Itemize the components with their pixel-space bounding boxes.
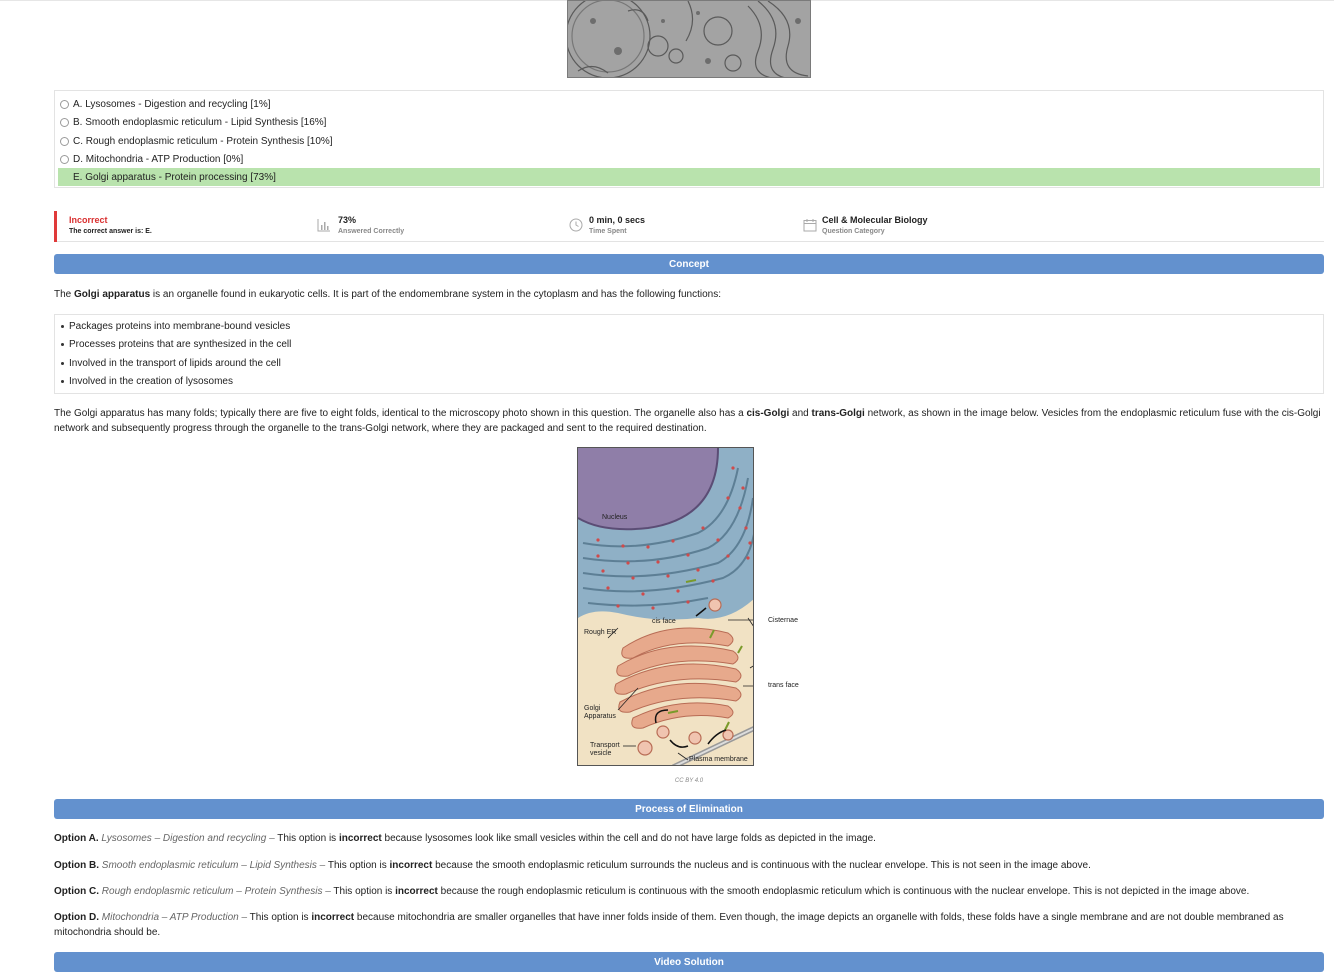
microscopy-image [567, 0, 811, 78]
elimination-option-b: Option B. Smooth endoplasmic reticulum –… [54, 858, 1316, 873]
incorrect-term: incorrect [395, 886, 438, 897]
elimination-option-a: Option A. Lysosomes – Digestion and recy… [54, 831, 1316, 846]
explanation-text: This option is [325, 860, 390, 871]
explanation-text: because lysosomes look like small vesicl… [381, 833, 876, 844]
result-text: Incorrect [69, 215, 108, 225]
result-status-bar: Incorrect The correct answer is: E. 73% … [54, 211, 1324, 242]
list-item-text: Involved in the transport of lipids arou… [69, 358, 281, 369]
elimination-option-d: Option D. Mitochondria – ATP Production … [54, 910, 1316, 940]
label-nucleus: Nucleus [602, 514, 628, 521]
radio-icon[interactable] [60, 117, 69, 127]
option-label: C. Rough endoplasmic reticulum - Protein… [73, 135, 333, 147]
calendar-icon [803, 219, 817, 232]
concept-header: Concept [54, 254, 1324, 274]
correct-answer-text: The correct answer is: E. [69, 228, 152, 235]
bullet-icon [61, 325, 64, 328]
concept-paragraph-2: The Golgi apparatus has many folds; typi… [54, 406, 1324, 436]
bullet-icon [61, 380, 64, 383]
time-label: Time Spent [589, 228, 627, 235]
explanation-text: because the smooth endoplasmic reticulum… [432, 860, 1091, 871]
label-cisternae: Cisternae [768, 617, 798, 624]
image-credit: CC BY 4.0 [674, 778, 704, 784]
radio-icon[interactable] [60, 136, 69, 146]
list-item: Involved in the transport of lipids arou… [61, 358, 281, 369]
elimination-option-c: Option C. Rough endoplasmic reticulum – … [54, 884, 1316, 899]
label-cis-face: cis face [652, 618, 676, 625]
option-tag: Option A. [54, 833, 99, 844]
video-solution-header[interactable]: Video Solution [54, 952, 1324, 972]
option-e-correct[interactable]: E. Golgi apparatus - Protein processing … [58, 168, 1320, 186]
percent-label: Answered Correctly [338, 228, 405, 235]
list-item: Involved in the creation of lysosomes [61, 376, 233, 387]
cis-golgi-term: cis-Golgi [746, 408, 790, 419]
category-label: Question Category [822, 228, 885, 235]
list-item-text: Processes proteins that are synthesized … [69, 339, 292, 350]
intro-text-bold: Golgi apparatus [74, 289, 151, 300]
option-label: B. Smooth endoplasmic reticulum - Lipid … [73, 116, 327, 128]
option-tag: Option B. [54, 860, 99, 871]
para2-text: The Golgi apparatus has many folds; typi… [54, 408, 747, 419]
option-tag: Option D. [54, 912, 99, 923]
percent-block: 73% Answered Correctly [338, 215, 404, 235]
option-d[interactable]: D. Mitochondria - ATP Production [0%] [58, 150, 1320, 168]
radio-icon[interactable] [60, 99, 69, 109]
label-plasma-membrane: Plasma membrane [689, 756, 748, 763]
list-item: Packages proteins into membrane-bound ve… [61, 321, 290, 332]
percent-value: 73% [338, 215, 357, 225]
elimination-header: Process of Elimination [54, 799, 1324, 819]
list-item-text: Involved in the creation of lysosomes [69, 376, 233, 387]
explanation-text: This option is [247, 912, 312, 923]
result-block: Incorrect The correct answer is: E. [69, 215, 152, 235]
bar-chart-icon [317, 219, 330, 232]
functions-list: Packages proteins into membrane-bound ve… [54, 314, 1324, 394]
explanation-text: because the rough endoplasmic reticulum … [437, 886, 1250, 897]
label-golgi-apparatus: Golgi Apparatus [584, 705, 616, 720]
intro-text-post: is an organelle found in eukaryotic cell… [150, 289, 722, 300]
answer-options: A. Lysosomes - Digestion and recycling [… [54, 90, 1324, 188]
option-label: A. Lysosomes - Digestion and recycling [… [73, 98, 271, 110]
label-rough-er: Rough ER [584, 629, 617, 636]
para2-text: and [789, 408, 812, 419]
radio-icon[interactable] [60, 154, 69, 164]
trans-golgi-term: trans-Golgi [811, 408, 865, 419]
option-name: Rough endoplasmic reticulum – Protein Sy… [101, 886, 331, 897]
concept-intro: The Golgi apparatus is an organelle foun… [54, 287, 1324, 302]
option-name: Lysosomes – Digestion and recycling – [101, 833, 275, 844]
explanation-text: This option is [274, 833, 339, 844]
option-label: D. Mitochondria - ATP Production [0%] [73, 153, 244, 165]
result-indicator-bar [54, 211, 57, 242]
intro-text-pre: The [54, 289, 75, 300]
category-block: Cell & Molecular Biology Question Catego… [822, 215, 928, 235]
label-transport-vesicle: Transport vesicle [590, 742, 620, 757]
option-name: Smooth endoplasmic reticulum – Lipid Syn… [101, 860, 326, 871]
time-value: 0 min, 0 secs [589, 215, 646, 225]
time-block: 0 min, 0 secs Time Spent [589, 215, 645, 235]
option-tag: Option C. [54, 886, 99, 897]
bullet-icon [61, 362, 64, 365]
explanation-text: This option is [330, 886, 396, 897]
option-b[interactable]: B. Smooth endoplasmic reticulum - Lipid … [58, 113, 1320, 131]
option-name: Mitochondria – ATP Production – [101, 912, 248, 923]
incorrect-term: incorrect [311, 912, 355, 923]
option-a[interactable]: A. Lysosomes - Digestion and recycling [… [58, 95, 1320, 113]
list-item-text: Packages proteins into membrane-bound ve… [69, 321, 291, 332]
list-item: Processes proteins that are synthesized … [61, 339, 291, 350]
clock-icon [569, 218, 583, 232]
incorrect-term: incorrect [338, 833, 382, 844]
bullet-icon [61, 343, 64, 346]
incorrect-term: incorrect [389, 860, 433, 871]
option-c[interactable]: C. Rough endoplasmic reticulum - Protein… [58, 132, 1320, 150]
label-trans-face: trans face [768, 682, 799, 689]
category-value: Cell & Molecular Biology [822, 215, 928, 225]
option-label: E. Golgi apparatus - Protein processing … [73, 171, 276, 183]
